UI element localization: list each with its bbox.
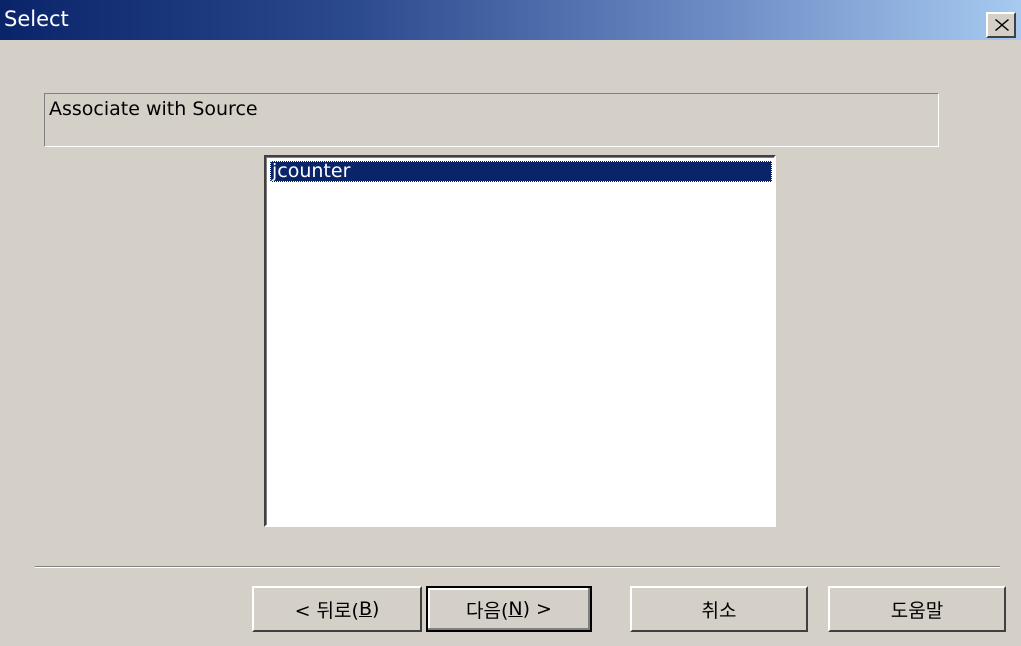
next-button[interactable]: 다음(N) > <box>426 586 592 632</box>
cancel-button-label: 취소 <box>701 599 737 622</box>
window-title: Select <box>4 7 69 31</box>
source-listbox[interactable]: jcounter <box>264 155 776 527</box>
header-panel: Associate with Source <box>44 93 939 147</box>
back-button-mnemonic: B <box>358 598 372 620</box>
next-button-prefix: 다음( <box>466 599 509 622</box>
help-button-label: 도움말 <box>890 599 944 622</box>
close-icon <box>995 19 1009 31</box>
close-button[interactable] <box>986 12 1016 38</box>
title-bar[interactable]: Select <box>0 0 1021 40</box>
back-button-suffix: ) <box>371 598 380 620</box>
help-button[interactable]: 도움말 <box>828 586 1006 632</box>
back-button-prefix: < 뒤로( <box>294 599 359 622</box>
next-button-mnemonic: N <box>508 598 523 620</box>
header-label: Associate with Source <box>49 98 258 120</box>
cancel-button[interactable]: 취소 <box>630 586 808 632</box>
select-dialog: Select Associate with Source jcounter < … <box>0 0 1021 646</box>
next-button-suffix: ) > <box>522 598 552 620</box>
back-button[interactable]: < 뒤로(B) <box>252 586 422 632</box>
separator <box>35 566 1000 568</box>
list-item[interactable]: jcounter <box>270 161 772 182</box>
